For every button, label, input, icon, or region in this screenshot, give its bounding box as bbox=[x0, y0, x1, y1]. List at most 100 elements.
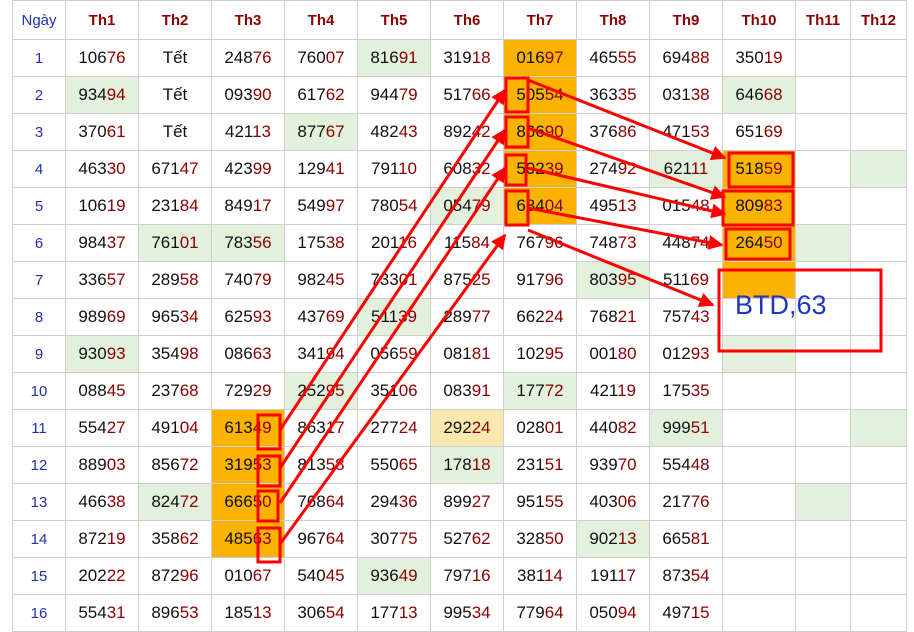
cell-tail-digits: 84 bbox=[179, 196, 199, 215]
cell-tail-digits: 72 bbox=[179, 492, 199, 511]
cell-tail-digits: 94 bbox=[617, 603, 637, 622]
result-cell: 87767 bbox=[284, 113, 358, 151]
result-cell bbox=[795, 76, 851, 114]
cell-tail-digits: 13 bbox=[617, 529, 637, 548]
cell-tail-digits: 39 bbox=[544, 159, 564, 178]
cell-head-digits: 231 bbox=[516, 455, 545, 474]
header-month-2: Th2 bbox=[138, 0, 212, 40]
cell-head-digits: 511 bbox=[662, 270, 691, 289]
cell-tail-digits: 45 bbox=[325, 270, 345, 289]
cell-tail-digits: 76 bbox=[252, 48, 272, 67]
cell-head-digits: 797 bbox=[443, 566, 472, 585]
cell-head-digits: 816 bbox=[370, 48, 399, 67]
cell-head-digits: 967 bbox=[297, 529, 326, 548]
cell-head-digits: 012 bbox=[662, 344, 691, 363]
result-cell: 32850 bbox=[503, 520, 577, 558]
result-cell: 00180 bbox=[576, 335, 650, 373]
table-row: 10 08845 23768 72929 25295 35106 08391 17772 421… bbox=[12, 372, 907, 410]
cell-tail-digits: 73 bbox=[617, 233, 637, 252]
cell-tail-digits: 36 bbox=[398, 492, 418, 511]
cell-head-digits: 517 bbox=[443, 85, 472, 104]
cell-head-digits: 231 bbox=[151, 196, 180, 215]
result-cell: 93093 bbox=[65, 335, 139, 373]
result-cell: 17713 bbox=[357, 594, 431, 632]
result-cell: 79716 bbox=[430, 557, 504, 595]
result-cell: 37061 bbox=[65, 113, 139, 151]
result-cell: 28958 bbox=[138, 261, 212, 299]
cell-tail-digits: 45 bbox=[106, 381, 126, 400]
cell-head-digits: 106 bbox=[78, 196, 107, 215]
cell-head-digits: 482 bbox=[370, 122, 399, 141]
result-cell: 48243 bbox=[357, 113, 431, 151]
cell-head-digits: 671 bbox=[151, 159, 180, 178]
cell-tail-digits: 84 bbox=[471, 233, 491, 252]
cell-tail-digits: 54 bbox=[690, 566, 710, 585]
cell-head-digits: 783 bbox=[224, 233, 253, 252]
result-cell: 48563 bbox=[211, 520, 285, 558]
cell-tail-digits: 17 bbox=[617, 566, 637, 585]
result-cell: 09390 bbox=[211, 76, 285, 114]
cell-tail-digits: 43 bbox=[398, 122, 418, 141]
cell-head-digits: 202 bbox=[78, 566, 107, 585]
result-cell bbox=[795, 409, 851, 447]
cell-head-digits: 917 bbox=[516, 270, 545, 289]
cell-tail-digits: 16 bbox=[471, 566, 491, 585]
result-cell: 74873 bbox=[576, 224, 650, 262]
result-cell: 24876 bbox=[211, 39, 285, 77]
result-cell: 10676 bbox=[65, 39, 139, 77]
result-cell: 27492 bbox=[576, 150, 650, 188]
cell-tail-digits: 69 bbox=[325, 307, 345, 326]
header-month-10: Th10 bbox=[722, 0, 796, 40]
cell-tail-digits: 10 bbox=[398, 159, 418, 178]
result-cell: 08181 bbox=[430, 335, 504, 373]
cell-tail-digits: 01 bbox=[544, 418, 564, 437]
result-cell bbox=[795, 150, 851, 188]
result-cell: 02801 bbox=[503, 409, 577, 447]
cell-tail-digits: 27 bbox=[106, 418, 126, 437]
result-cell: 51169 bbox=[649, 261, 723, 299]
cell-tail-digits: 53 bbox=[252, 455, 272, 474]
result-cell bbox=[850, 483, 907, 521]
cell-head-digits: 248 bbox=[224, 48, 253, 67]
cell-tail-digits: 47 bbox=[179, 159, 199, 178]
cell-tail-digits: 34 bbox=[471, 603, 491, 622]
day-number: 13 bbox=[12, 483, 66, 521]
table-row: 12 88903 85672 31953 81358 55065 17818 23151 939… bbox=[12, 446, 907, 484]
cell-head-digits: 319 bbox=[224, 455, 253, 474]
day-number: 11 bbox=[12, 409, 66, 447]
cell-tail-digits: 54 bbox=[544, 85, 564, 104]
cell-head-digits: 740 bbox=[224, 270, 253, 289]
header-month-1: Th1 bbox=[65, 0, 139, 40]
table-row: 4 46330 67147 42399 12941 79110 60832 50239 2749… bbox=[12, 150, 907, 188]
cell-head-digits: 050 bbox=[589, 603, 618, 622]
day-number: 8 bbox=[12, 298, 66, 336]
cell-head-digits: 081 bbox=[443, 344, 472, 363]
day-number: 9 bbox=[12, 335, 66, 373]
cell-tail-digits: 32 bbox=[471, 159, 491, 178]
cell-head-digits: 877 bbox=[297, 122, 326, 141]
result-cell: 35498 bbox=[138, 335, 212, 373]
cell-head-digits: 944 bbox=[370, 85, 399, 104]
result-cell: 25295 bbox=[284, 372, 358, 410]
result-cell: 99534 bbox=[430, 594, 504, 632]
cell-head-digits: 115 bbox=[443, 233, 472, 252]
cell-tail-digits: 63 bbox=[252, 344, 272, 363]
cell-head-digits: 651 bbox=[735, 122, 764, 141]
result-cell: Tết bbox=[138, 113, 212, 151]
cell-tail-digits: 25 bbox=[471, 270, 491, 289]
cell-head-digits: 421 bbox=[589, 381, 618, 400]
result-cell: 38114 bbox=[503, 557, 577, 595]
cell-head-digits: 351 bbox=[370, 381, 399, 400]
result-cell: 76864 bbox=[284, 483, 358, 521]
cell-tail-digits: 80 bbox=[617, 344, 637, 363]
day-number: 16 bbox=[12, 594, 66, 632]
cell-head-digits: 129 bbox=[297, 159, 326, 178]
cell-head-digits: 502 bbox=[516, 159, 545, 178]
table-row: 15 20222 87296 01067 54045 93649 79716 38114 191… bbox=[12, 557, 907, 595]
result-cell: 86690 bbox=[503, 113, 577, 151]
cell-tail-digits: 93 bbox=[690, 344, 710, 363]
result-cell: 55431 bbox=[65, 594, 139, 632]
result-cell: 95155 bbox=[503, 483, 577, 521]
table-row: 14 87219 35862 48563 96764 30775 52762 32850 902… bbox=[12, 520, 907, 558]
day-number: 5 bbox=[12, 187, 66, 225]
